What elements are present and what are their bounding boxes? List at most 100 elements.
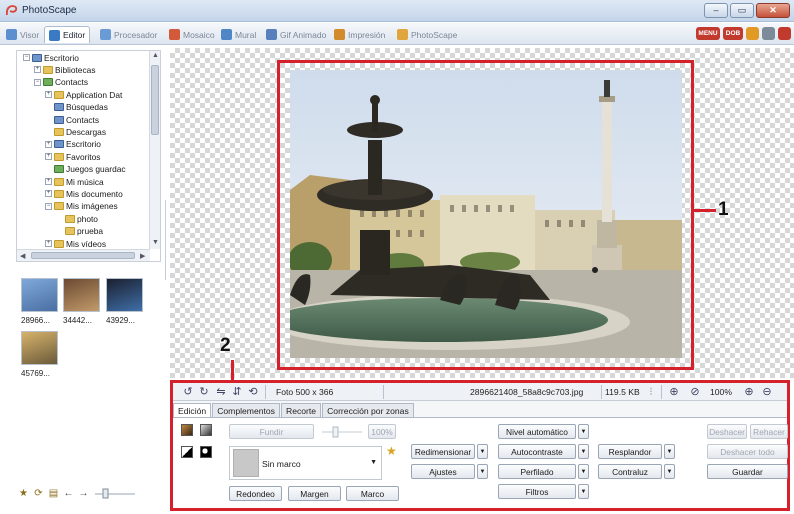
fundir-slider[interactable] (320, 424, 364, 439)
scroll-thumb[interactable] (151, 65, 159, 135)
ajustes-button[interactable]: Ajustes (411, 464, 475, 479)
rotate-left-icon[interactable]: ↺ (182, 386, 194, 398)
tab-mural[interactable]: Mural (217, 26, 260, 43)
zoom-in-icon[interactable]: ⊕ (743, 386, 755, 398)
resplandor-dropdown[interactable]: ▼ (664, 444, 675, 459)
deshacer-todo-button[interactable]: Deshacer todo (707, 444, 788, 459)
home-icon[interactable] (746, 27, 759, 40)
autocontraste-dropdown[interactable]: ▼ (578, 444, 589, 459)
help-icon[interactable] (778, 27, 791, 40)
guardar-button[interactable]: Guardar (707, 464, 788, 479)
rehacer-button[interactable]: Rehacer (750, 424, 788, 439)
tree-node[interactable]: photo (56, 213, 98, 224)
expand-toggle-icon[interactable]: + (45, 91, 52, 99)
tab-photoscape[interactable]: PhotoScape (393, 26, 461, 43)
tree-node[interactable]: + Bibliotecas (34, 64, 96, 75)
expand-toggle-icon[interactable]: + (45, 190, 52, 198)
tree-node[interactable]: Búsquedas (45, 102, 108, 113)
tree-node[interactable]: prueba (56, 226, 103, 237)
scroll-right-icon[interactable]: ▶ (140, 252, 145, 260)
tree-node[interactable]: − Escritorio (23, 52, 79, 63)
tab-complementos[interactable]: Complementos (212, 403, 280, 418)
tab-edicion[interactable]: Edición (173, 403, 212, 418)
zoom-actual-icon[interactable]: ⊘ (689, 386, 701, 398)
expand-toggle-icon[interactable]: + (45, 140, 52, 148)
expand-toggle-icon[interactable]: − (45, 202, 52, 210)
refresh-icon[interactable]: ⟳ (33, 488, 44, 499)
back-icon[interactable]: ← (63, 488, 74, 499)
perfilado-dropdown[interactable]: ▼ (578, 464, 589, 479)
panel-splitter[interactable] (163, 200, 168, 280)
redimensionar-button[interactable]: Redimensionar (411, 444, 475, 459)
rotate-right-icon[interactable]: ↻ (198, 386, 210, 398)
tree-node[interactable]: + Application Dat (45, 89, 122, 100)
flip-horizontal-icon[interactable]: ⇋ (215, 386, 227, 398)
autocontraste-button[interactable]: Autocontraste (498, 444, 576, 459)
flip-vertical-icon[interactable]: ⇵ (231, 386, 243, 398)
frame-selector[interactable]: Sin marco ▼ (229, 446, 382, 480)
resplandor-button[interactable]: Resplandor (598, 444, 662, 459)
filtros-dropdown[interactable]: ▼ (578, 484, 589, 499)
tone-icon[interactable] (181, 424, 193, 436)
tree-vertical-scrollbar[interactable]: ▲ ▼ (149, 51, 160, 249)
expand-toggle-icon[interactable]: + (45, 153, 52, 161)
tree-node[interactable]: + Mi música (45, 176, 104, 187)
favorite-star-icon[interactable]: ★ (386, 444, 397, 458)
folder-tree[interactable]: − Escritorio + Bibliotecas − Contacts + Applica… (16, 50, 161, 262)
perfilado-button[interactable]: Perfilado (498, 464, 576, 479)
maximize-button[interactable]: ▭ (730, 3, 754, 18)
scroll-thumb[interactable] (31, 252, 135, 259)
tab-correccion-por-zonas[interactable]: Corrección por zonas (322, 403, 414, 418)
tree-node[interactable]: + Mis documento (45, 188, 123, 199)
tree-node[interactable]: + Escritorio (45, 139, 101, 150)
thumbnail-image[interactable] (63, 278, 100, 312)
fit-icon[interactable]: ⊕ (668, 386, 680, 398)
tree-horizontal-scrollbar[interactable]: ◀ ▶ (17, 249, 150, 261)
minimize-button[interactable]: – (704, 3, 728, 18)
thumbnail-image[interactable] (21, 331, 58, 365)
tab-impresion[interactable]: Impresión (330, 26, 389, 43)
contraluz-button[interactable]: Contraluz (598, 464, 662, 479)
ajustes-dropdown[interactable]: ▼ (477, 464, 488, 479)
rotate-custom-icon[interactable]: ⟲ (247, 386, 259, 398)
tab-gif-animado[interactable]: Gif Animado (262, 26, 330, 43)
zoom-out-icon[interactable]: ⊖ (761, 386, 773, 398)
expand-toggle-icon[interactable]: − (34, 78, 41, 86)
copy-icon[interactable] (762, 27, 775, 40)
menu-button[interactable]: MENU (696, 27, 720, 40)
tab-editor[interactable]: Editor (44, 26, 91, 43)
contraluz-dropdown[interactable]: ▼ (664, 464, 675, 479)
star-icon[interactable]: ★ (18, 488, 29, 499)
expand-toggle-icon[interactable]: + (45, 240, 52, 247)
dob-button[interactable]: DOB (723, 27, 743, 40)
tree-node[interactable]: − Contacts (34, 77, 88, 88)
tab-recorte[interactable]: Recorte (280, 403, 322, 418)
tab-procesador[interactable]: Procesador (96, 26, 161, 43)
tree-node[interactable]: + Mis vídeos (45, 238, 106, 249)
folder-icon[interactable]: ▤ (48, 488, 59, 499)
deshacer-button[interactable]: Deshacer (707, 424, 747, 439)
tree-node[interactable]: Juegos guardac (45, 164, 126, 175)
marco-button[interactable]: Marco (346, 486, 399, 501)
expand-toggle-icon[interactable]: − (23, 54, 30, 61)
fundir-button[interactable]: Fundir (229, 424, 314, 439)
filtros-button[interactable]: Filtros (498, 484, 576, 499)
grayscale-icon[interactable] (200, 424, 212, 436)
tree-node[interactable]: Contacts (45, 114, 99, 125)
tree-node[interactable]: − Mis imágenes (45, 201, 118, 212)
thumbnail-size-slider[interactable] (93, 488, 137, 499)
scroll-left-icon[interactable]: ◀ (20, 252, 25, 260)
close-button[interactable]: ✕ (756, 3, 790, 18)
thumbnail-image[interactable] (106, 278, 143, 312)
nivel-automatico-dropdown[interactable]: ▼ (578, 424, 589, 439)
fundir-value[interactable]: 100% (368, 424, 396, 439)
expand-toggle-icon[interactable]: + (45, 178, 52, 185)
negative-icon[interactable] (200, 446, 212, 458)
margen-button[interactable]: Margen (288, 486, 341, 501)
scroll-down-icon[interactable]: ▼ (152, 239, 159, 246)
invert-icon[interactable] (181, 446, 193, 458)
redondeo-button[interactable]: Redondeo (229, 486, 282, 501)
tab-mosaico[interactable]: Mosaico (165, 26, 219, 43)
tab-visor[interactable]: Visor (2, 26, 43, 43)
tree-node[interactable]: + Favoritos (45, 151, 100, 162)
